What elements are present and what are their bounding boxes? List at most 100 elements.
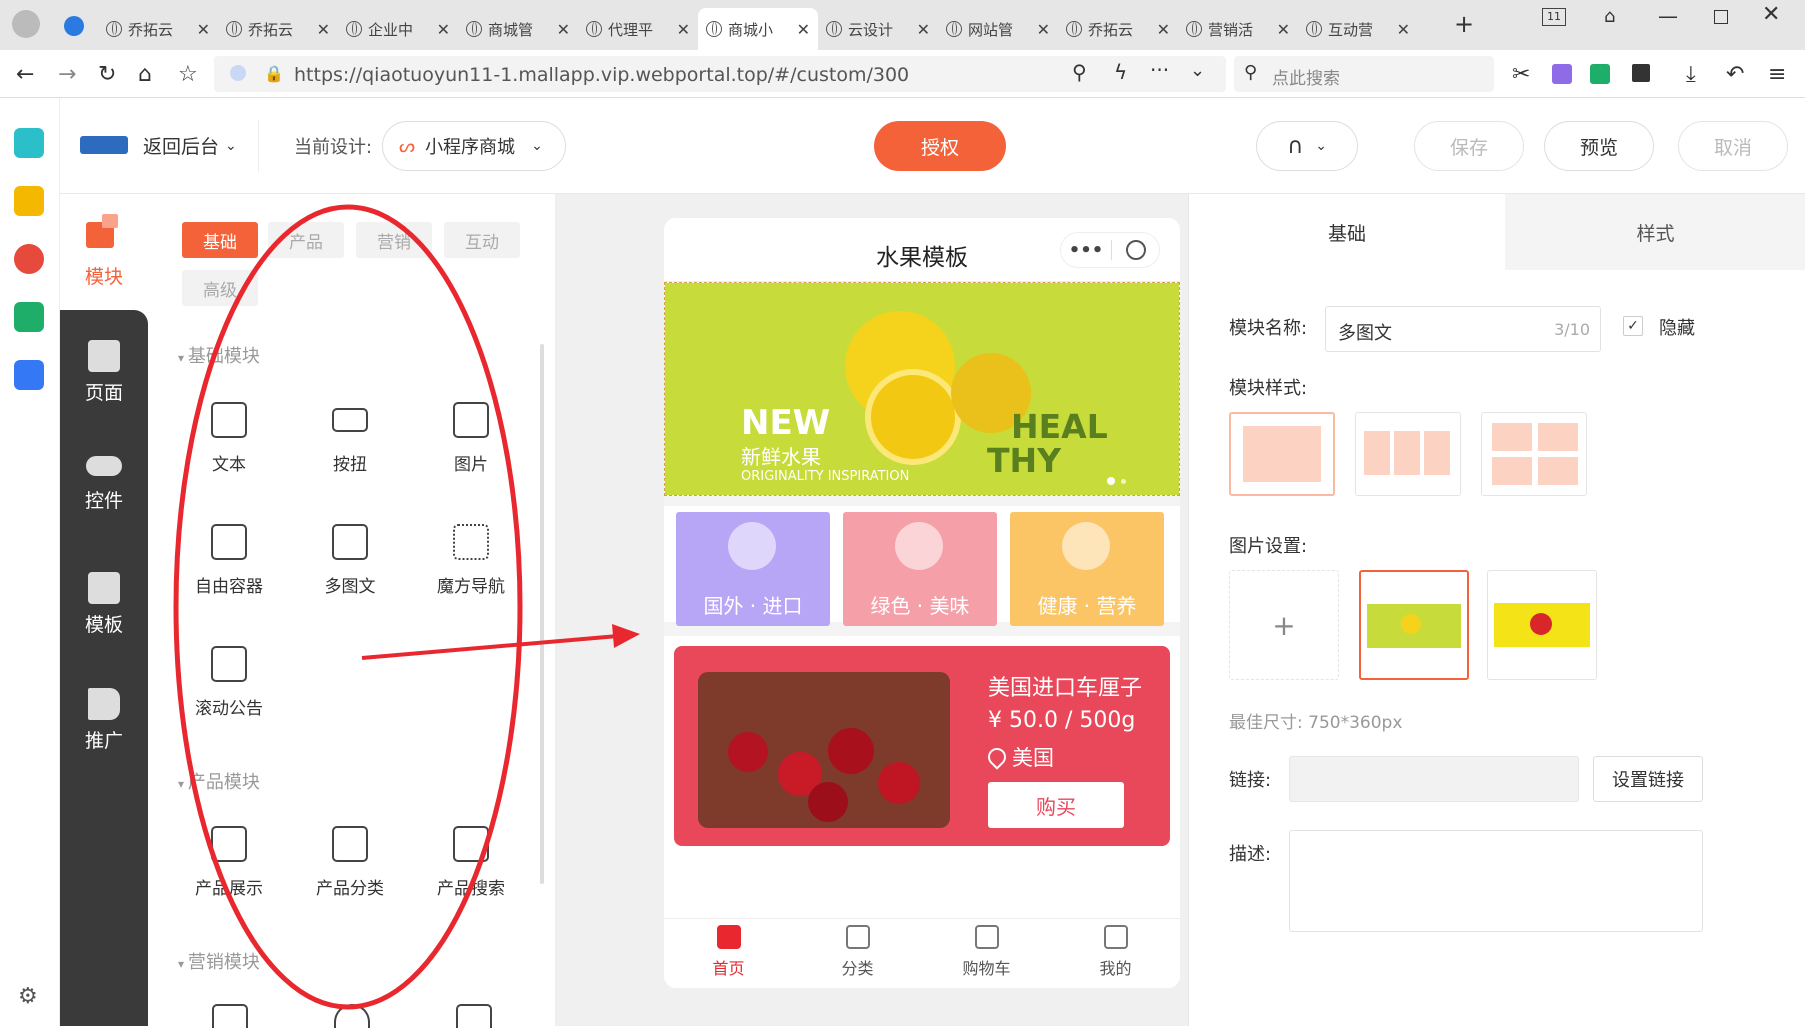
tab-count-icon[interactable]: 11 xyxy=(1542,8,1566,26)
section-basic-title[interactable]: ▾ 基础模块 xyxy=(178,342,260,368)
marketing-module-icon[interactable] xyxy=(334,1004,370,1028)
weibo-icon[interactable] xyxy=(14,244,44,274)
product-card[interactable]: 美国进口车厘子 ¥ 50.0 / 500g 美国 购买 xyxy=(674,646,1170,846)
maximize-button[interactable] xyxy=(1714,10,1728,24)
settings-gear-icon[interactable]: ⚙ xyxy=(18,984,38,1009)
telegram-icon[interactable] xyxy=(64,16,84,36)
marketing-module-icon[interactable] xyxy=(456,1004,492,1028)
phone-tab[interactable]: 我的 xyxy=(1051,925,1180,979)
marketing-module-icon[interactable] xyxy=(212,1004,248,1028)
download-icon[interactable]: ⤓ xyxy=(1686,62,1696,87)
close-tab-icon[interactable]: ✕ xyxy=(917,20,930,39)
close-tab-icon[interactable]: ✕ xyxy=(197,20,210,39)
module-product-search[interactable]: 产品搜索 xyxy=(416,826,526,899)
module-scroll-notice[interactable]: 滚动公告 xyxy=(174,646,284,719)
nav-item-control[interactable]: 控件 xyxy=(60,456,148,513)
reload-icon[interactable]: ↻ xyxy=(98,62,116,87)
phone-tab[interactable]: 首页 xyxy=(664,925,793,979)
translate-icon[interactable] xyxy=(1552,64,1572,84)
close-tab-icon[interactable]: ✕ xyxy=(1397,20,1410,39)
browser-tab[interactable]: 企业中 ✕ xyxy=(338,8,458,50)
browser-search-field[interactable]: ⚲ 点此搜索 xyxy=(1234,56,1494,92)
style-option-triple[interactable] xyxy=(1355,412,1461,496)
category-tab-product[interactable]: 产品 xyxy=(268,222,344,258)
close-tab-icon[interactable]: ✕ xyxy=(437,20,450,39)
module-multi-image[interactable]: 多图文 xyxy=(295,524,405,597)
menu-icon[interactable]: ≡ xyxy=(1768,62,1786,87)
close-tab-icon[interactable]: ✕ xyxy=(1277,20,1290,39)
preview-button[interactable]: 预览 xyxy=(1544,121,1654,171)
hide-checkbox[interactable]: ✓ xyxy=(1623,316,1643,336)
tab-basic[interactable]: 基础 xyxy=(1189,194,1505,270)
nav-item-promote[interactable]: 推广 xyxy=(60,688,148,753)
design-selector[interactable]: ᔕ 小程序商城 ⌄ xyxy=(382,121,566,171)
feature-tile[interactable]: 国外 · 进口 xyxy=(676,512,830,626)
authorize-button[interactable]: 授权 xyxy=(874,121,1006,171)
url-field[interactable]: 🔒 https://qiaotuoyun11-1.mallapp.vip.web… xyxy=(214,56,1226,92)
scissors-icon[interactable]: ✂ xyxy=(1512,62,1530,87)
browser-tab[interactable]: 乔拓云 ✕ xyxy=(1058,8,1178,50)
buy-button[interactable]: 购买 xyxy=(988,782,1124,828)
module-panel-scrollbar[interactable] xyxy=(540,344,544,884)
module-name-input[interactable]: 多图文 3/10 xyxy=(1325,306,1601,352)
nav-item-page[interactable]: 页面 xyxy=(60,340,148,405)
cancel-button[interactable]: 取消 xyxy=(1678,121,1788,171)
sidebar-app-icon[interactable] xyxy=(14,128,44,158)
close-tab-icon[interactable]: ✕ xyxy=(557,20,570,39)
add-image-button[interactable]: + xyxy=(1229,570,1339,680)
apps-icon[interactable] xyxy=(1632,64,1650,82)
browser-tab[interactable]: 商城小 ✕ xyxy=(698,8,818,50)
carousel-dot[interactable] xyxy=(1121,479,1126,484)
wechat-icon[interactable] xyxy=(1590,64,1610,84)
image-thumb-2[interactable] xyxy=(1487,570,1597,680)
back-to-admin[interactable]: 返回后台 ⌄ xyxy=(143,132,237,159)
module-text[interactable]: 文本 xyxy=(174,402,284,475)
module-button[interactable]: 按扭 xyxy=(295,402,405,475)
module-cube-nav[interactable]: 魔方导航 xyxy=(416,524,526,597)
close-tab-icon[interactable]: ✕ xyxy=(677,20,690,39)
browser-tab[interactable]: 云设计 ✕ xyxy=(818,8,938,50)
save-button[interactable]: 保存 xyxy=(1414,121,1524,171)
home-icon[interactable]: ⌂ xyxy=(138,62,152,87)
more-icon[interactable]: ··· xyxy=(1150,58,1169,82)
browser-logo-icon[interactable] xyxy=(12,10,40,38)
image-thumb-1[interactable] xyxy=(1359,570,1469,680)
nav-item-module[interactable]: 模块 xyxy=(60,194,148,310)
section-product-title[interactable]: ▾ 产品模块 xyxy=(178,768,260,794)
close-tab-icon[interactable]: ✕ xyxy=(317,20,330,39)
forward-arrow-icon[interactable]: → xyxy=(58,62,76,87)
browser-tab[interactable]: 商城管 ✕ xyxy=(458,8,578,50)
browser-tab[interactable]: 乔拓云 ✕ xyxy=(98,8,218,50)
category-tab-interactive[interactable]: 互动 xyxy=(444,222,520,258)
mini-program-capsule[interactable]: ••• xyxy=(1060,232,1160,268)
carousel-dot-active[interactable] xyxy=(1107,477,1115,485)
category-tab-advanced[interactable]: 高级 xyxy=(182,270,258,306)
feature-tile[interactable]: 健康 · 营养 xyxy=(1010,512,1164,626)
customer-service-button[interactable]: ∩ ⌄ xyxy=(1256,121,1358,171)
module-free-container[interactable]: 自由容器 xyxy=(174,524,284,597)
feature-tile[interactable]: 绿色 · 美味 xyxy=(843,512,997,626)
star-icon[interactable] xyxy=(14,186,44,216)
nav-item-template[interactable]: 模板 xyxy=(60,572,148,637)
mail-icon[interactable] xyxy=(14,302,44,332)
browser-tab[interactable]: 营销活 ✕ xyxy=(1178,8,1298,50)
style-option-quad[interactable] xyxy=(1481,412,1587,496)
phone-tab[interactable]: 分类 xyxy=(793,925,922,979)
new-tab-button[interactable]: + xyxy=(1454,10,1474,38)
category-tab-marketing[interactable]: 营销 xyxy=(356,222,432,258)
module-image[interactable]: 图片 xyxy=(416,402,526,475)
style-option-single[interactable] xyxy=(1229,412,1335,496)
browser-tab[interactable]: 乔拓云 ✕ xyxy=(218,8,338,50)
phone-tab[interactable]: 购物车 xyxy=(922,925,1051,979)
tab-style[interactable]: 样式 xyxy=(1505,194,1805,270)
close-window-button[interactable]: ✕ xyxy=(1762,2,1780,27)
description-textarea[interactable] xyxy=(1289,830,1703,932)
minimize-button[interactable]: — xyxy=(1658,4,1678,28)
chevron-down-icon[interactable]: ⌄ xyxy=(1190,60,1205,81)
lightning-icon[interactable]: ϟ xyxy=(1114,60,1127,84)
module-product-display[interactable]: 产品展示 xyxy=(174,826,284,899)
set-link-button[interactable]: 设置链接 xyxy=(1593,756,1703,802)
browser-tab[interactable]: 互动营 ✕ xyxy=(1298,8,1418,50)
close-tab-icon[interactable]: ✕ xyxy=(797,20,810,39)
browser-tab[interactable]: 网站管 ✕ xyxy=(938,8,1058,50)
